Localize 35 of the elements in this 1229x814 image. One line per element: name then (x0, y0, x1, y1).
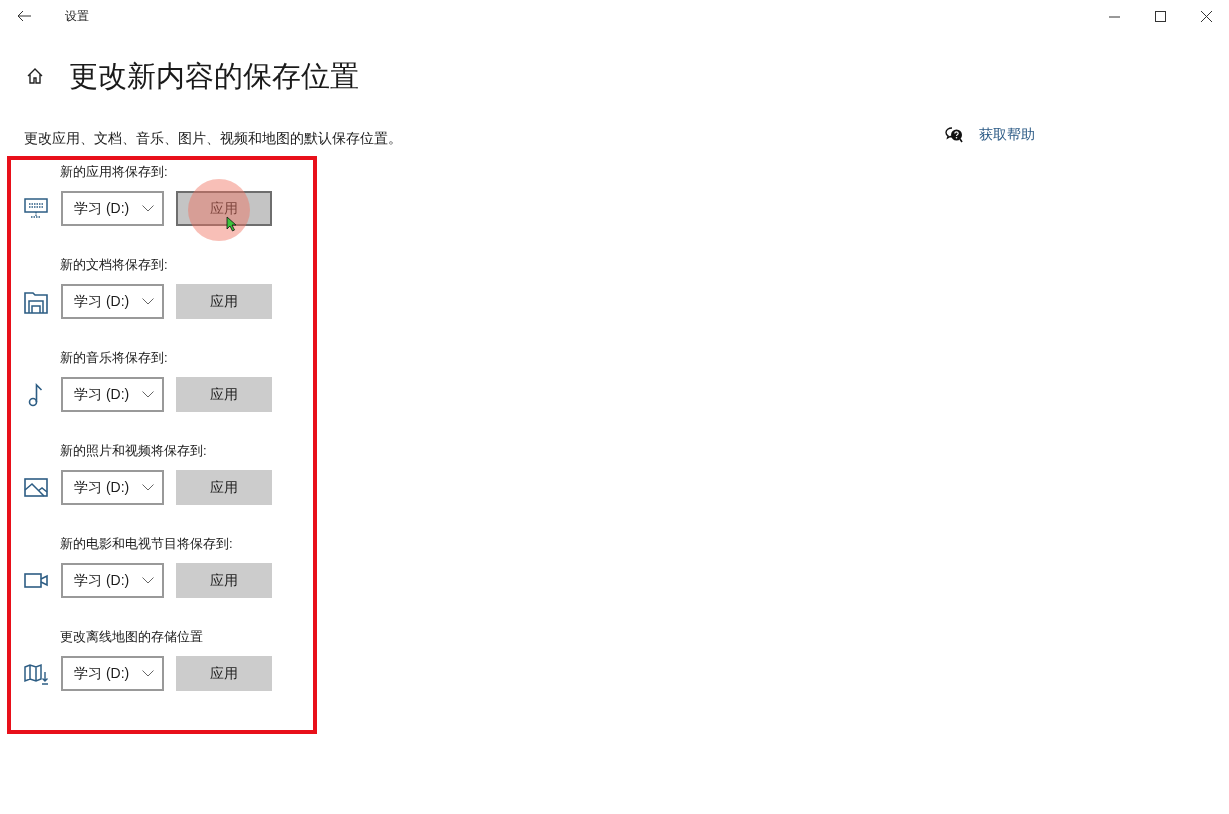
apply-button[interactable]: 应用 (176, 284, 272, 319)
folder-icon (24, 289, 48, 314)
setting-label: 新的音乐将保存到: (60, 349, 169, 367)
monitor-icon (24, 196, 48, 221)
setting-label: 新的照片和视频将保存到: (60, 442, 208, 460)
chevron-down-icon (142, 577, 154, 584)
drive-dropdown[interactable]: 学习 (D:) (61, 191, 164, 226)
apply-button[interactable]: 应用 (176, 470, 272, 505)
drive-dropdown[interactable]: 学习 (D:) (61, 284, 164, 319)
chevron-down-icon (142, 205, 154, 212)
drive-dropdown[interactable]: 学习 (D:) (61, 377, 164, 412)
help-link[interactable]: 获取帮助 (945, 124, 1035, 145)
chevron-down-icon (142, 484, 154, 491)
apply-button[interactable]: 应用 (176, 563, 272, 598)
setting-label: 新的电影和电视节目将保存到: (60, 535, 234, 553)
drive-dropdown[interactable]: 学习 (D:) (61, 470, 164, 505)
chevron-down-icon (142, 391, 154, 398)
page-heading: 更改新内容的保存位置 (69, 59, 359, 94)
help-chat-icon (945, 126, 963, 143)
home-icon[interactable] (26, 67, 44, 85)
chevron-down-icon (142, 670, 154, 677)
drive-dropdown[interactable]: 学习 (D:) (61, 656, 164, 691)
chevron-down-icon (142, 298, 154, 305)
apply-button[interactable]: 应用 (176, 191, 272, 226)
apply-button[interactable]: 应用 (176, 656, 272, 691)
page-description: 更改应用、文档、音乐、图片、视频和地图的默认保存位置。 (24, 129, 402, 148)
apply-button[interactable]: 应用 (176, 377, 272, 412)
drive-dropdown[interactable]: 学习 (D:) (61, 563, 164, 598)
window-title: 设置 (65, 8, 89, 25)
setting-label: 新的应用将保存到: (60, 163, 169, 181)
setting-label: 更改离线地图的存储位置 (60, 628, 204, 646)
mouse-cursor-icon (226, 216, 237, 232)
setting-label: 新的文档将保存到: (60, 256, 169, 274)
map-icon (24, 661, 48, 686)
image-icon (24, 475, 48, 500)
